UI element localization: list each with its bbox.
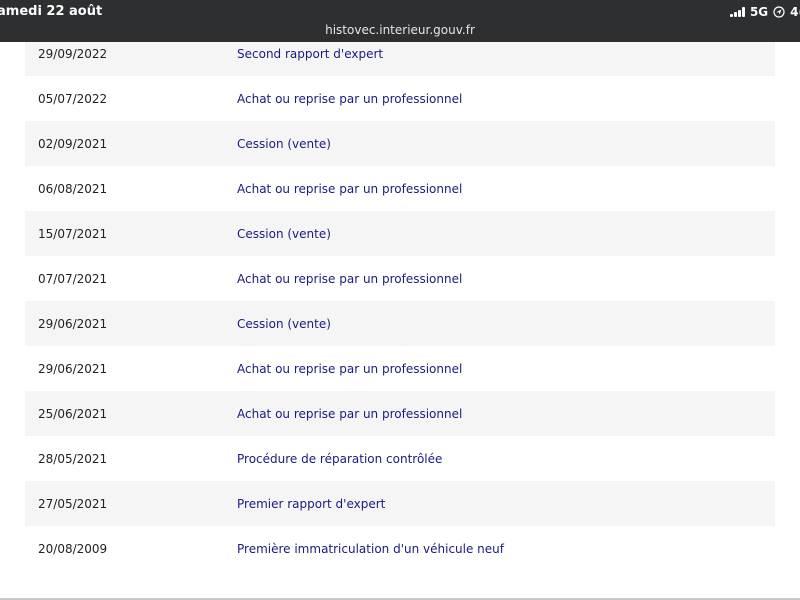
event-date: 06/08/2021	[38, 181, 108, 196]
history-table: 29/09/2022 Second rapport d'expert 05/07/2…	[25, 42, 775, 571]
table-row: 20/08/2009 Première immatriculation d'un …	[25, 526, 775, 571]
event-label: Achat ou reprise par un professionnel	[237, 271, 463, 286]
table-row: 15/07/2021 Cession (vente)	[25, 211, 775, 256]
event-label: Second rapport d'expert	[237, 46, 384, 61]
table-row: 29/06/2021 Cession (vente)	[25, 301, 775, 346]
event-label: Procédure de réparation contrôlée	[237, 451, 443, 466]
event-date: 28/05/2021	[38, 451, 108, 466]
event-label: Cession (vente)	[237, 316, 331, 331]
event-date: 29/06/2021	[38, 361, 108, 376]
event-date: 29/09/2022	[38, 46, 108, 61]
table-row: 29/09/2022 Second rapport d'expert	[25, 42, 775, 76]
url-bar[interactable]: histovec.interieur.gouv.fr	[0, 23, 800, 37]
event-label: Cession (vente)	[237, 226, 331, 241]
page-content: 29/09/2022 Second rapport d'expert 05/07/2…	[0, 42, 800, 600]
event-label: Achat ou reprise par un professionnel	[237, 361, 463, 376]
event-date: 20/08/2009	[38, 541, 108, 556]
location-arrow-icon	[773, 6, 785, 18]
event-label: Premier rapport d'expert	[237, 496, 386, 511]
event-date: 07/07/2021	[38, 271, 108, 286]
status-time: amedi 22 août	[0, 4, 103, 19]
table-row: 07/07/2021 Achat ou reprise par un profes…	[25, 256, 775, 301]
event-date: 27/05/2021	[38, 496, 108, 511]
battery-label: 4(	[790, 5, 800, 19]
event-date: 25/06/2021	[38, 406, 108, 421]
event-date: 02/09/2021	[38, 136, 108, 151]
table-row: 05/07/2022 Achat ou reprise par un profes…	[25, 76, 775, 121]
table-row: 06/08/2021 Achat ou reprise par un profes…	[25, 166, 775, 211]
event-label: Achat ou reprise par un professionnel	[237, 91, 463, 106]
table-row: 25/06/2021 Achat ou reprise par un profes…	[25, 391, 775, 436]
table-row: 27/05/2021 Premier rapport d'expert	[25, 481, 775, 526]
status-indicators: 5G 4(	[729, 5, 800, 19]
table-row: 02/09/2021 Cession (vente)	[25, 121, 775, 166]
signal-icon	[729, 7, 745, 17]
network-label: 5G	[749, 5, 769, 19]
status-bar: amedi 22 août 5G 4( histovec.interieur.g…	[0, 0, 800, 42]
event-label: Cession (vente)	[237, 136, 331, 151]
table-row: 29/06/2021 Achat ou reprise par un profes…	[25, 346, 775, 391]
event-label: Achat ou reprise par un professionnel	[237, 406, 463, 421]
event-date: 29/06/2021	[38, 316, 108, 331]
event-date: 15/07/2021	[38, 226, 108, 241]
event-label: Achat ou reprise par un professionnel	[237, 181, 463, 196]
table-row: 28/05/2021 Procédure de réparation contrô…	[25, 436, 775, 481]
event-label: Première immatriculation d'un véhicule n…	[237, 541, 504, 556]
event-date: 05/07/2022	[38, 91, 108, 106]
